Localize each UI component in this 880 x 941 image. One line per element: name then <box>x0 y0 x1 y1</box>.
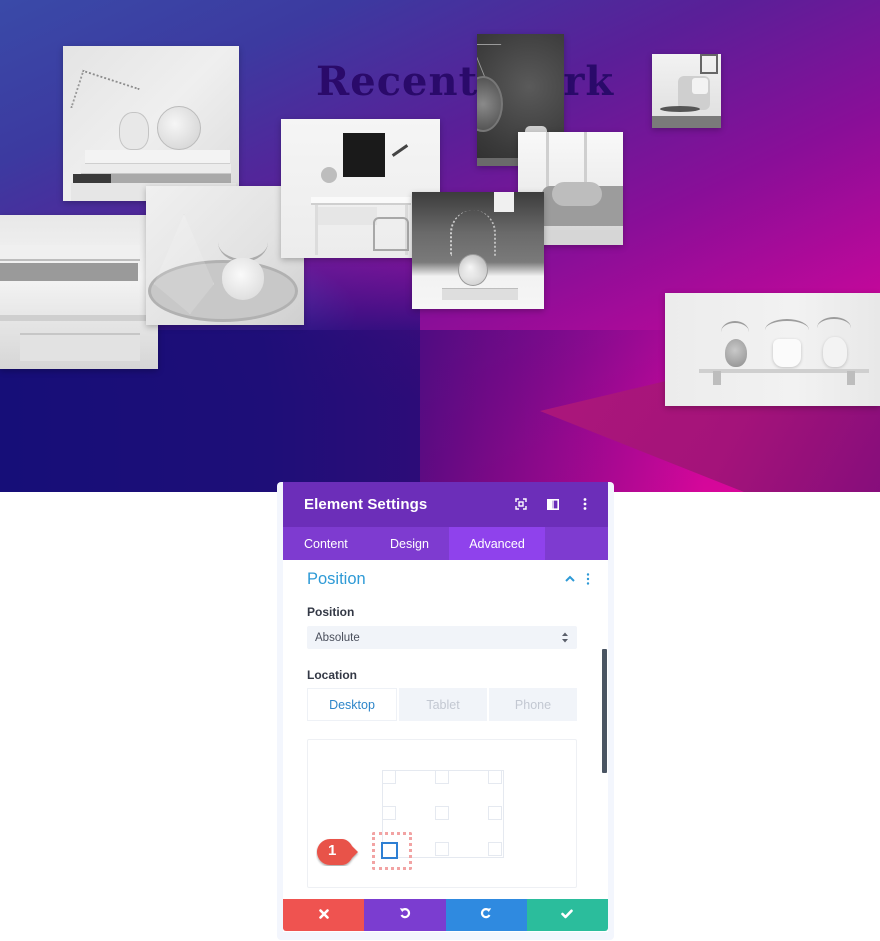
focus-icon[interactable] <box>512 494 530 514</box>
panel-header[interactable]: Element Settings <box>283 482 608 527</box>
anchor-middle-right[interactable] <box>488 806 502 820</box>
redo-icon <box>480 906 492 924</box>
section-more-icon[interactable] <box>586 572 592 586</box>
anchor-top-left[interactable] <box>382 770 396 784</box>
tab-design[interactable]: Design <box>369 527 449 560</box>
annotation-badge: 1 <box>316 838 360 866</box>
close-icon <box>318 906 329 924</box>
redo-button[interactable] <box>445 899 527 931</box>
photo-flower-vase <box>412 192 544 309</box>
panel-footer <box>283 899 608 931</box>
device-tabs: Desktop Tablet Phone <box>307 688 577 721</box>
photo-armchair-corner <box>652 54 721 128</box>
cancel-button[interactable] <box>283 899 365 931</box>
element-settings-panel: Element Settings Content Design Advanced… <box>283 482 608 932</box>
anchor-bottom-center[interactable] <box>435 842 449 856</box>
section-title: Position <box>307 569 366 588</box>
device-tab-desktop[interactable]: Desktop <box>307 688 397 721</box>
photo-stacked-books <box>0 215 158 369</box>
tab-content[interactable]: Content <box>283 527 369 560</box>
hero-title: Recent Work <box>316 58 615 105</box>
position-select-value: Absolute <box>315 631 360 644</box>
anchor-middle-left[interactable] <box>382 806 396 820</box>
select-arrows-icon <box>562 632 568 643</box>
undo-icon <box>399 906 411 924</box>
device-tab-phone[interactable]: Phone <box>489 688 577 721</box>
undo-button[interactable] <box>364 899 446 931</box>
page: Recent Work Element Settings Content Des… <box>0 0 880 941</box>
position-select[interactable]: Absolute <box>307 626 577 649</box>
position-section-header[interactable]: Position <box>307 568 592 590</box>
split-view-icon[interactable] <box>544 494 562 514</box>
more-vertical-icon[interactable] <box>576 494 594 514</box>
recent-work-hero: Recent Work <box>0 0 880 492</box>
device-tab-tablet[interactable]: Tablet <box>399 688 487 721</box>
position-label: Position <box>307 605 355 619</box>
photo-vase-baseball-books <box>63 46 239 201</box>
anchor-center[interactable] <box>435 806 449 820</box>
tab-advanced[interactable]: Advanced <box>449 527 545 560</box>
location-label: Location <box>307 668 357 682</box>
location-picker: 1 <box>307 739 577 888</box>
settings-tabs: Content Design Advanced <box>283 527 608 560</box>
panel-title: Element Settings <box>304 496 428 513</box>
anchor-bottom-right[interactable] <box>488 842 502 856</box>
check-icon <box>561 906 574 924</box>
photo-plant-shelf <box>665 293 880 406</box>
annotation-badge-number: 1 <box>328 842 337 859</box>
anchor-top-right[interactable] <box>488 770 502 784</box>
panel-scrollbar[interactable] <box>602 649 607 773</box>
anchor-bottom-left-selected[interactable] <box>381 842 398 859</box>
save-button[interactable] <box>526 899 608 931</box>
chevron-up-icon[interactable] <box>564 572 576 584</box>
anchor-top-center[interactable] <box>435 770 449 784</box>
